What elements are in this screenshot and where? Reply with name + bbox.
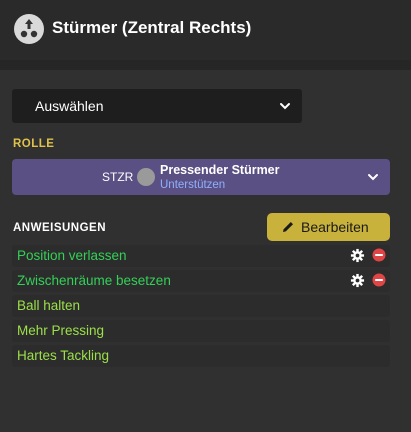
position-select-value: Auswählen [35,98,104,114]
remove-icon[interactable] [372,248,386,262]
pencil-icon [283,222,293,232]
role-name: Pressender Stürmer [160,163,280,177]
gear-icon[interactable] [350,273,365,288]
instruction-item[interactable]: Hartes Tackling [12,345,390,367]
instruction-item[interactable]: Zwischenräume besetzen [12,270,390,292]
page-title: Stürmer (Zentral Rechts) [52,18,252,37]
position-select[interactable]: Auswählen [12,89,302,123]
formation-icon [14,14,44,44]
role-duty: Unterstützen [160,179,226,191]
chevron-down-icon [280,103,290,110]
instruction-item[interactable]: Mehr Pressing [12,320,390,342]
instruction-item[interactable]: Ball halten [12,295,390,317]
instruction-label: Hartes Tackling [17,348,110,363]
role-section-label: ROLLE [13,138,55,150]
chevron-down-icon [368,174,378,181]
instruction-label: Position verlassen [17,248,127,263]
instruction-label: Ball halten [17,298,81,313]
role-selector[interactable]: STZR Pressender Stürmer Unterstützen [12,159,390,195]
role-abbreviation: STZR [102,170,134,184]
header: Stürmer (Zentral Rechts) [0,0,411,60]
gear-icon[interactable] [350,248,365,263]
instructions-section-label: ANWEISUNGEN [13,222,107,234]
instruction-item[interactable]: Position verlassen [12,245,390,267]
role-avatar [137,168,155,186]
remove-icon[interactable] [372,273,386,287]
edit-button[interactable]: Bearbeiten [267,213,390,241]
instruction-label: Mehr Pressing [17,323,105,338]
edit-button-label: Bearbeiten [301,219,369,235]
instruction-label: Zwischenräume besetzen [17,273,171,288]
